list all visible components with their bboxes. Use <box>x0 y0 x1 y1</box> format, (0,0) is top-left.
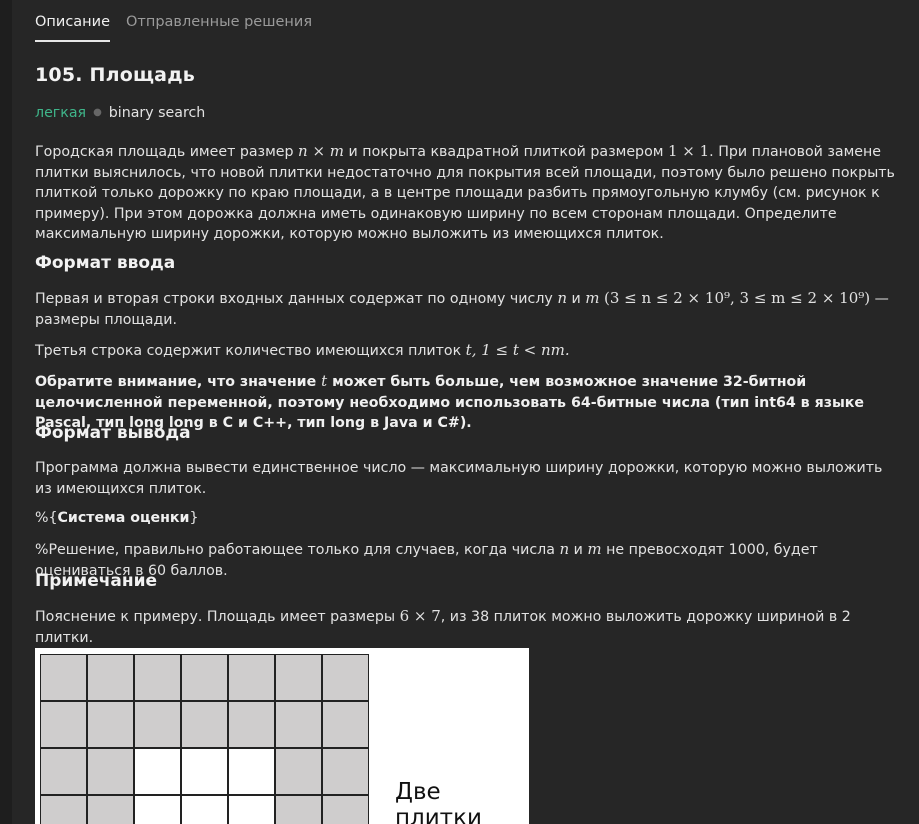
problem-title: 105. Площадь <box>35 64 195 86</box>
tile-cell-filled <box>228 654 275 701</box>
tab-submissions[interactable]: Отправленные решения <box>126 0 312 42</box>
tile-cell-filled <box>275 795 322 824</box>
output-format-paragraph: Программа должна вывести единственное чи… <box>35 460 883 497</box>
tile-cell-filled <box>275 701 322 748</box>
tile-cell-filled <box>322 748 369 795</box>
topic-tag[interactable]: binary search <box>109 103 206 124</box>
separator-dot: ● <box>93 107 102 118</box>
tile-cell-filled <box>87 795 134 824</box>
tile-cell-filled <box>134 701 181 748</box>
tile-cell-empty <box>181 748 228 795</box>
tile-cell-filled <box>322 654 369 701</box>
tile-cell-filled <box>87 748 134 795</box>
math-n-times-m: n × m <box>298 142 345 160</box>
difficulty-badge: легкая <box>35 105 87 121</box>
tile-cell-filled <box>322 701 369 748</box>
tile-cell-empty <box>134 748 181 795</box>
input-format-paragraph-1: Первая и вторая строки входных данных со… <box>35 289 889 328</box>
tile-cell-filled <box>40 795 87 824</box>
tile-cell-filled <box>40 748 87 795</box>
input-format-heading: Формат ввода <box>35 253 176 273</box>
input-format-paragraph-2: Третья строка содержит количество имеющи… <box>35 341 570 359</box>
figure-label: Две плитки <box>395 779 482 824</box>
tile-cell-filled <box>322 795 369 824</box>
note-heading: Примечание <box>35 571 158 591</box>
tile-cell-filled <box>87 701 134 748</box>
tile-cell-filled <box>134 654 181 701</box>
note-paragraph: Пояснение к примеру. Площадь имеет разме… <box>35 607 851 646</box>
tile-cell-empty <box>228 748 275 795</box>
tile-cell-filled <box>275 654 322 701</box>
problem-meta: легкая ● binary search <box>35 103 205 124</box>
tile-cell-empty <box>134 795 181 824</box>
tab-description[interactable]: Описание <box>35 0 110 42</box>
tile-cell-filled <box>40 654 87 701</box>
tile-cell-filled <box>87 654 134 701</box>
problem-panel: Описание Отправленные решения 105. Площа… <box>12 0 919 824</box>
tile-cell-filled <box>228 701 275 748</box>
tile-cell-filled <box>40 701 87 748</box>
math-6x7: 6 × 7 <box>399 607 441 625</box>
statement-paragraph: Городская площадь имеет размер n × m и п… <box>35 142 895 242</box>
tile-cell-empty <box>228 795 275 824</box>
tile-cell-filled <box>181 701 228 748</box>
math-constraints: (3 ≤ n ≤ 2 × 10⁹, 3 ≤ m ≤ 2 × 10⁹) <box>603 289 871 307</box>
tile-cell-filled <box>181 654 228 701</box>
output-format-heading: Формат вывода <box>35 423 191 443</box>
example-figure: Две плитки <box>35 648 529 824</box>
tile-cell-filled <box>275 748 322 795</box>
grading-system-line: %{Система оценки} <box>35 510 199 526</box>
tab-bar: Описание Отправленные решения <box>35 0 312 42</box>
math-t-constraint: t, 1 ≤ t < nm. <box>465 341 570 359</box>
tile-cell-empty <box>181 795 228 824</box>
math-1x1: 1 × 1 <box>667 142 710 160</box>
